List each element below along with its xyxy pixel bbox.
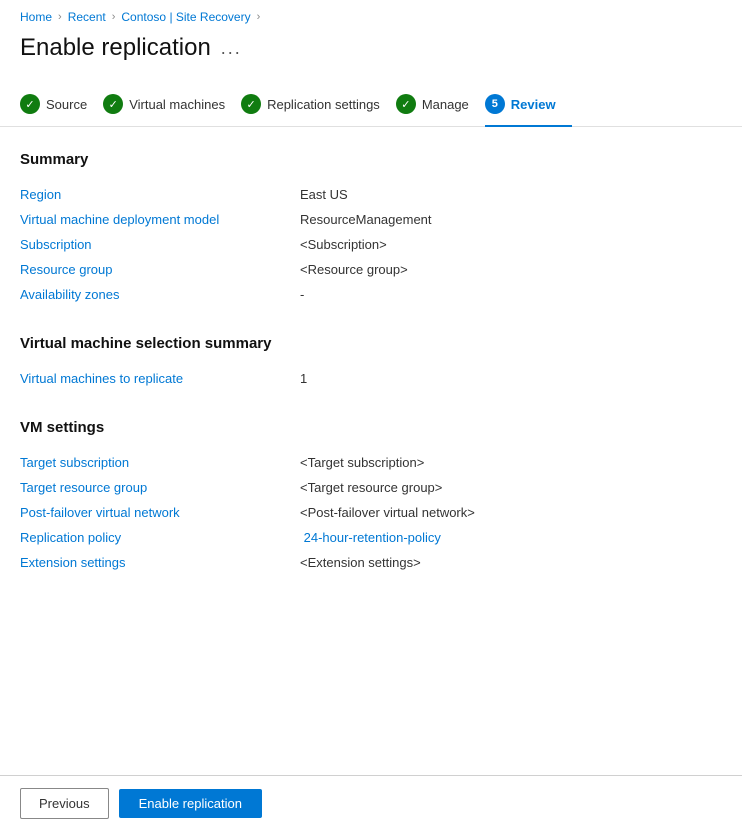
main-content: Summary Region East US Virtual machine d… (0, 151, 742, 575)
step-rep-label: Replication settings (267, 97, 380, 112)
breadcrumb-sep-3: › (257, 11, 261, 23)
vm-selection-value-count: 1 (300, 371, 307, 386)
summary-label-subscription[interactable]: Subscription (20, 237, 300, 252)
summary-row-deploy-model: Virtual machine deployment model Resourc… (20, 207, 722, 232)
vm-selection-row-count: Virtual machines to replicate 1 (20, 366, 722, 391)
vm-settings-label-vnet[interactable]: Post-failover virtual network (20, 505, 300, 520)
previous-button[interactable]: Previous (20, 788, 109, 819)
breadcrumb-contoso[interactable]: Contoso | Site Recovery (121, 10, 250, 24)
summary-value-deploy-model: ResourceManagement (300, 212, 432, 227)
step-manage-label: Manage (422, 97, 469, 112)
summary-section: Summary Region East US Virtual machine d… (20, 151, 722, 307)
vm-selection-table: Virtual machines to replicate 1 (20, 366, 722, 391)
step-review-number: 5 (485, 94, 505, 114)
vm-settings-row-extension: Extension settings <Extension settings> (20, 550, 722, 575)
vm-settings-value-target-rg: <Target resource group> (300, 480, 442, 495)
breadcrumb: Home › Recent › Contoso | Site Recovery … (0, 0, 742, 30)
vm-settings-value-vnet: <Post-failover virtual network> (300, 505, 475, 520)
vm-selection-section: Virtual machine selection summary Virtua… (20, 335, 722, 391)
breadcrumb-sep-1: › (58, 11, 62, 23)
steps-bar: ✓ Source ✓ Virtual machines ✓ Replicatio… (0, 82, 742, 127)
vm-settings-label-target-sub[interactable]: Target subscription (20, 455, 300, 470)
breadcrumb-home[interactable]: Home (20, 10, 52, 24)
summary-value-subscription: <Subscription> (300, 237, 387, 252)
summary-row-region: Region East US (20, 182, 722, 207)
summary-value-region: East US (300, 187, 348, 202)
step-source-label: Source (46, 97, 87, 112)
footer-bar: Previous Enable replication (0, 775, 742, 831)
vm-settings-table: Target subscription <Target subscription… (20, 450, 722, 575)
step-review-label: Review (511, 97, 556, 112)
vm-settings-label-extension[interactable]: Extension settings (20, 555, 300, 570)
vm-settings-row-vnet: Post-failover virtual network <Post-fail… (20, 500, 722, 525)
summary-label-deploy-model[interactable]: Virtual machine deployment model (20, 212, 300, 227)
vm-settings-row-target-sub: Target subscription <Target subscription… (20, 450, 722, 475)
summary-label-availability-zones[interactable]: Availability zones (20, 287, 300, 302)
step-manage-check-icon: ✓ (396, 94, 416, 114)
summary-value-availability-zones: - (300, 287, 304, 302)
vm-settings-row-target-rg: Target resource group <Target resource g… (20, 475, 722, 500)
vm-settings-row-policy: Replication policy 24-hour-retention-pol… (20, 525, 722, 550)
step-virtual-machines[interactable]: ✓ Virtual machines (103, 82, 241, 126)
summary-label-resource-group[interactable]: Resource group (20, 262, 300, 277)
summary-row-resource-group: Resource group <Resource group> (20, 257, 722, 282)
breadcrumb-sep-2: › (112, 11, 116, 23)
page-title: Enable replication (20, 34, 211, 62)
summary-heading: Summary (20, 151, 722, 168)
page-title-menu-button[interactable]: ... (221, 38, 242, 59)
step-manage[interactable]: ✓ Manage (396, 82, 485, 126)
summary-table: Region East US Virtual machine deploymen… (20, 182, 722, 307)
summary-label-region[interactable]: Region (20, 187, 300, 202)
step-replication-settings[interactable]: ✓ Replication settings (241, 82, 396, 126)
enable-replication-button[interactable]: Enable replication (119, 789, 262, 818)
step-source[interactable]: ✓ Source (20, 82, 103, 126)
step-source-check-icon: ✓ (20, 94, 40, 114)
vm-settings-value-extension: <Extension settings> (300, 555, 421, 570)
vm-selection-heading: Virtual machine selection summary (20, 335, 722, 352)
step-vms-check-icon: ✓ (103, 94, 123, 114)
page-title-row: Enable replication ... (0, 30, 742, 82)
step-review[interactable]: 5 Review (485, 82, 572, 126)
vm-settings-label-policy[interactable]: Replication policy (20, 530, 300, 545)
vm-settings-heading: VM settings (20, 419, 722, 436)
vm-selection-label-count[interactable]: Virtual machines to replicate (20, 371, 300, 386)
breadcrumb-recent[interactable]: Recent (68, 10, 106, 24)
summary-value-resource-group: <Resource group> (300, 262, 408, 277)
summary-row-subscription: Subscription <Subscription> (20, 232, 722, 257)
vm-settings-section: VM settings Target subscription <Target … (20, 419, 722, 575)
vm-settings-value-target-sub: <Target subscription> (300, 455, 424, 470)
vm-settings-value-policy[interactable]: 24-hour-retention-policy (300, 530, 441, 545)
step-rep-check-icon: ✓ (241, 94, 261, 114)
step-vms-label: Virtual machines (129, 97, 225, 112)
vm-settings-label-target-rg[interactable]: Target resource group (20, 480, 300, 495)
summary-row-availability-zones: Availability zones - (20, 282, 722, 307)
